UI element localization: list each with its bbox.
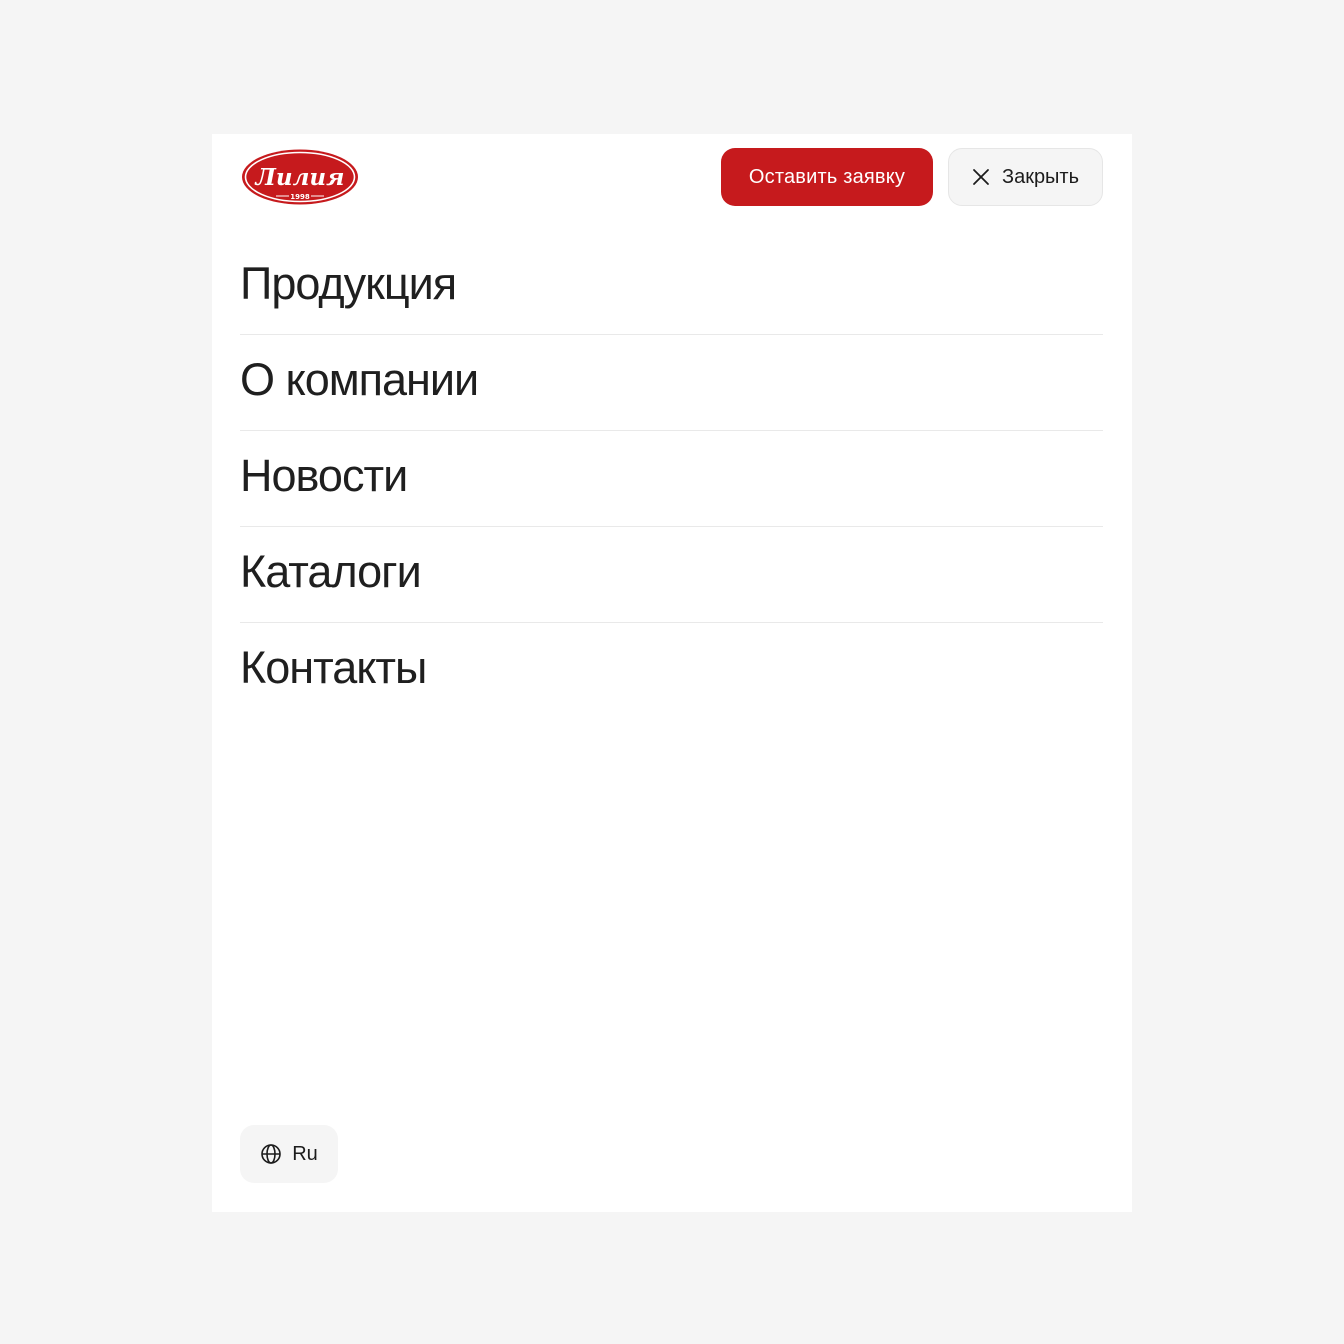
- logo-year: 1998: [290, 193, 310, 201]
- main-navigation: Продукция О компании Новости Каталоги Ко…: [240, 239, 1103, 719]
- nav-item-news[interactable]: Новости: [240, 431, 1103, 527]
- nav-item-catalogs[interactable]: Каталоги: [240, 527, 1103, 623]
- language-label: Ru: [292, 1142, 318, 1165]
- logo-text: Лилия: [255, 164, 345, 191]
- leave-request-label: Оставить заявку: [748, 165, 906, 188]
- logo-image: Лилия 1998: [242, 149, 358, 205]
- close-icon: [972, 168, 990, 186]
- close-label: Закрыть: [1001, 165, 1080, 188]
- mobile-menu-panel: Лилия 1998 Оставить заявку Закрыть Проду…: [212, 134, 1132, 1212]
- brand-logo[interactable]: Лилия 1998: [240, 148, 360, 206]
- language-switcher[interactable]: Ru: [240, 1125, 338, 1183]
- nav-item-about[interactable]: О компании: [240, 335, 1103, 431]
- nav-item-products[interactable]: Продукция: [240, 239, 1103, 335]
- nav-item-contacts[interactable]: Контакты: [240, 623, 1103, 719]
- close-menu-button[interactable]: Закрыть: [948, 148, 1103, 206]
- globe-icon: [260, 1143, 282, 1165]
- leave-request-button[interactable]: Оставить заявку: [721, 148, 933, 206]
